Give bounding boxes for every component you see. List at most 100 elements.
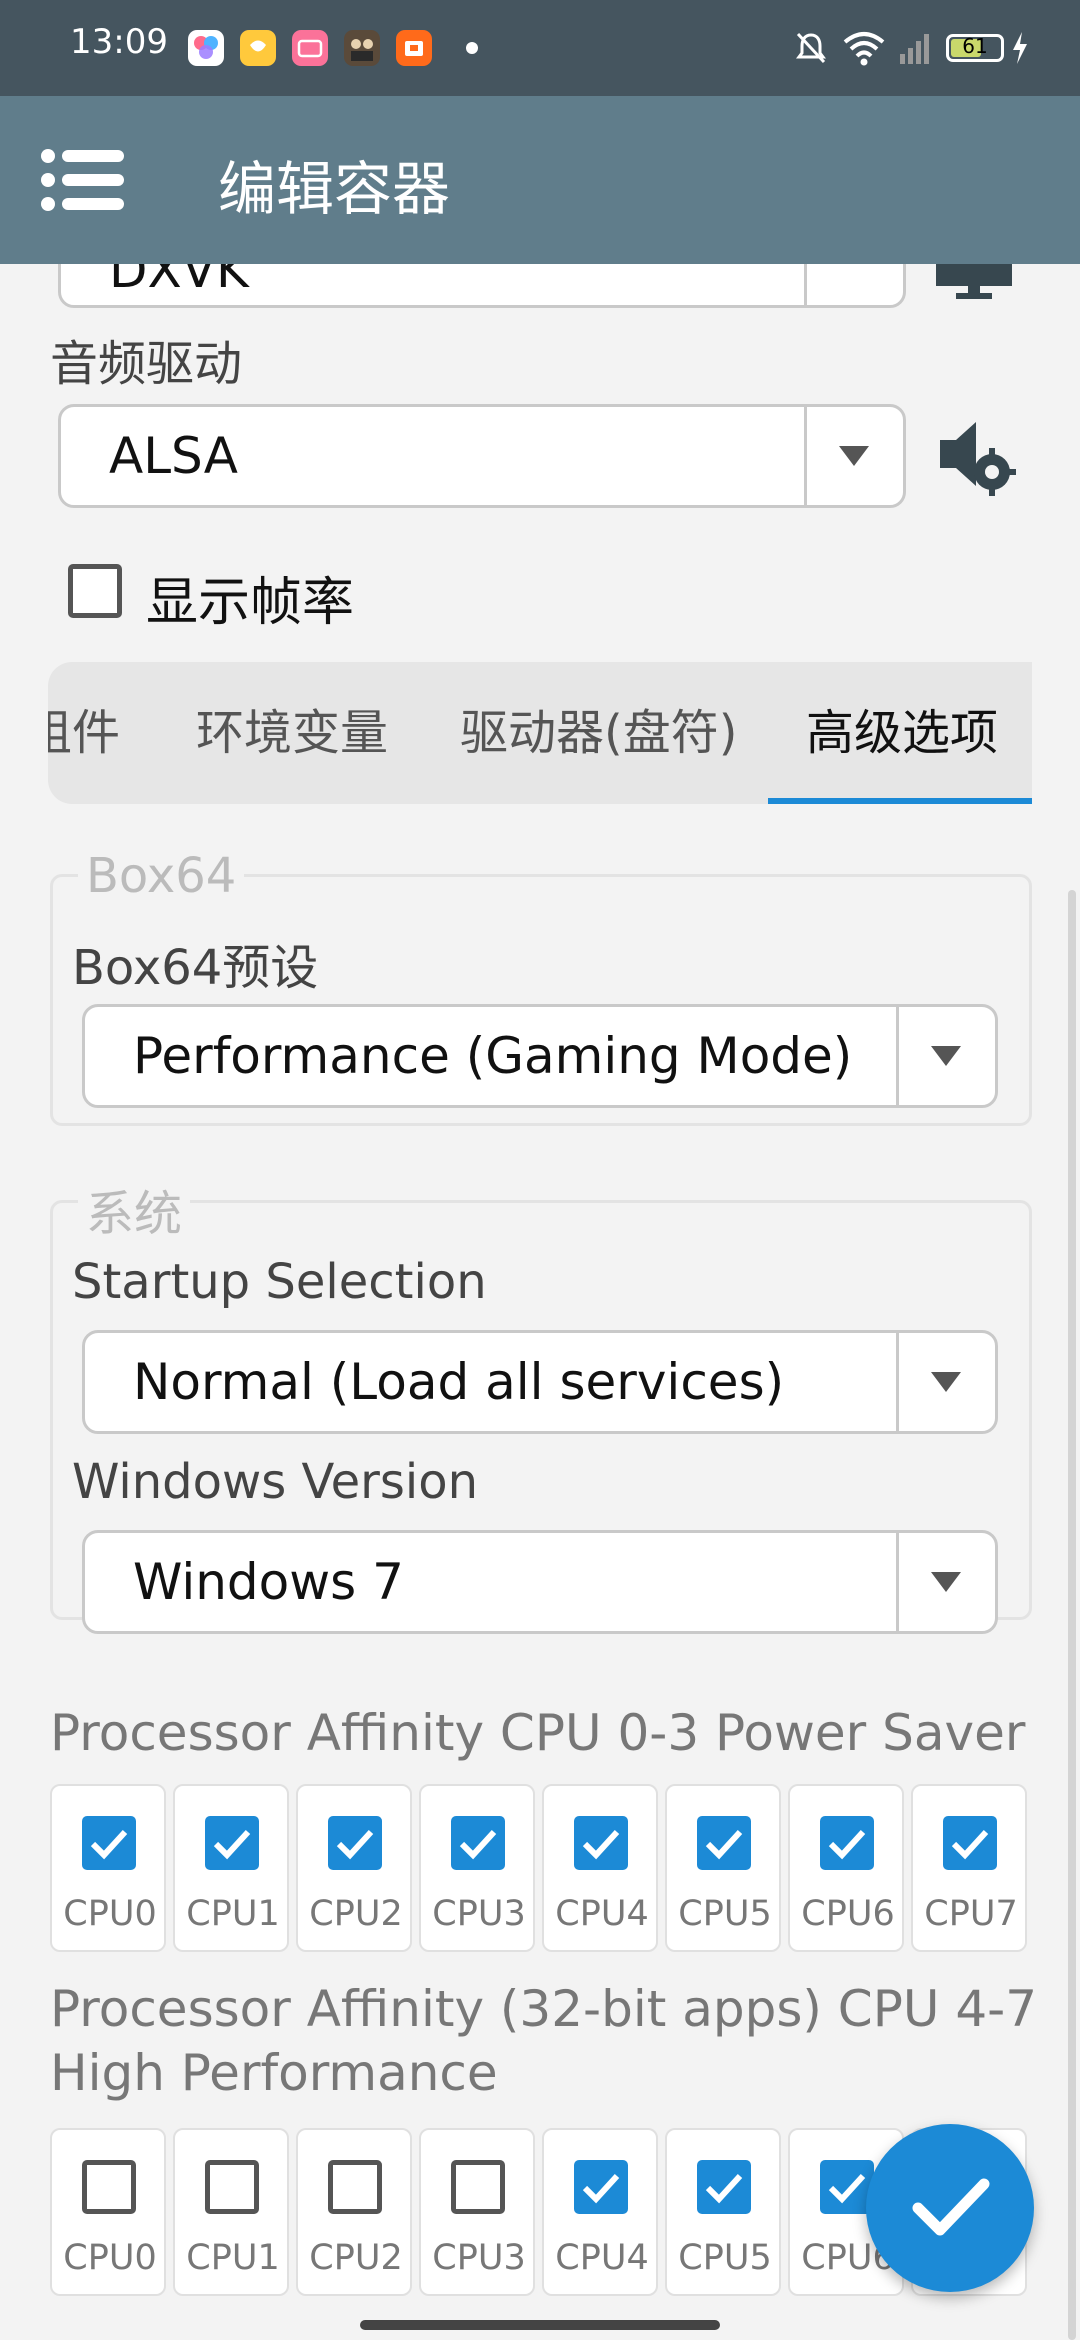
startup-selection-label: Startup Selection (72, 1254, 487, 1310)
cpu-label: CPU3 (432, 1894, 526, 1934)
scroll-content[interactable]: DXVK 音频驱动 ALSA 显示帧率 组件 环境变量 驱动器(盘符) 高级选项… (0, 264, 1080, 2340)
cpu-checkbox[interactable] (697, 1816, 751, 1870)
scrollbar[interactable] (1068, 890, 1076, 2340)
cpu-cell[interactable]: CPU1 (173, 1784, 289, 1952)
cpu-label: CPU0 (63, 1894, 157, 1934)
show-fps-label: 显示帧率 (146, 573, 355, 633)
tab-bar: 组件 环境变量 驱动器(盘符) 高级选项 (48, 662, 1032, 804)
graphics-driver-value: DXVK (109, 264, 249, 299)
cpu-cell[interactable]: CPU0 (50, 1784, 166, 1952)
bank-app-icon (240, 30, 276, 66)
dropdown-divider (896, 1533, 899, 1631)
cpu-cell[interactable]: CPU0 (50, 2128, 166, 2296)
processor-affinity-32-label: Processor Affinity (32-bit apps) CPU 4-7 (50, 1980, 1038, 2038)
cpu-cell[interactable]: CPU3 (419, 1784, 535, 1952)
tab-active-indicator (768, 798, 1032, 804)
cpu-cell[interactable]: CPU2 (296, 2128, 412, 2296)
chevron-down-icon (839, 446, 869, 466)
dropdown-divider (804, 264, 807, 305)
box64-legend: Box64 (78, 848, 245, 904)
check-icon (90, 1829, 128, 1860)
charging-icon (1013, 32, 1027, 64)
windows-version-dropdown[interactable]: Windows 7 (82, 1530, 998, 1634)
check-icon (912, 2178, 990, 2236)
check-icon (459, 1829, 497, 1860)
startup-selection-dropdown[interactable]: Normal (Load all services) (82, 1330, 998, 1434)
dropdown-divider (804, 407, 807, 505)
bell-off-icon (796, 32, 826, 64)
cpu-checkbox[interactable] (451, 1816, 505, 1870)
cpu-cell[interactable]: CPU5 (665, 1784, 781, 1952)
cpu-label: CPU0 (63, 2238, 157, 2278)
check-icon (828, 2173, 866, 2204)
speaker-settings-icon[interactable] (934, 414, 1018, 498)
audio-driver-value: ALSA (109, 427, 238, 485)
audio-driver-dropdown[interactable]: ALSA (58, 404, 906, 508)
windows-version-label: Windows Version (72, 1454, 479, 1510)
check-icon (213, 1829, 251, 1860)
game-app-icon (344, 30, 380, 66)
cpu-checkbox[interactable] (697, 2160, 751, 2214)
box64-preset-value: Performance (Gaming Mode) (133, 1027, 853, 1085)
shop-app-icon (396, 30, 432, 66)
cpu-checkbox[interactable] (943, 1816, 997, 1870)
battery-icon: 61 (946, 34, 1004, 62)
cpu-cell[interactable]: CPU4 (542, 2128, 658, 2296)
box64-preset-dropdown[interactable]: Performance (Gaming Mode) (82, 1004, 998, 1108)
check-icon (582, 2173, 620, 2204)
cpu-checkbox[interactable] (82, 1816, 136, 1870)
monitor-settings-icon[interactable] (934, 264, 1014, 304)
cpu-label: CPU7 (924, 1894, 1018, 1934)
chevron-down-icon (931, 1372, 961, 1392)
cpu-label: CPU6 (801, 1894, 895, 1934)
cpu-checkbox[interactable] (574, 2160, 628, 2214)
cpu-cell[interactable]: CPU7 (911, 1784, 1027, 1952)
signal-icon (900, 34, 929, 64)
cpu-cell[interactable]: CPU6 (788, 1784, 904, 1952)
menu-icon[interactable] (40, 146, 130, 214)
show-fps-checkbox[interactable] (68, 564, 122, 618)
cpu-label: CPU3 (432, 2238, 526, 2278)
processor-affinity-32-label-line2: High Performance (50, 2044, 498, 2102)
cpu-label: CPU1 (186, 2238, 280, 2278)
tab-advanced[interactable]: 高级选项 (806, 662, 998, 804)
processor-affinity-label: Processor Affinity CPU 0-3 Power Saver (50, 1704, 1026, 1762)
bilibili-app-icon (292, 30, 328, 66)
cpu-label: CPU4 (555, 1894, 649, 1934)
app-bar: 编辑容器 (0, 96, 1080, 264)
cpu-checkbox[interactable] (451, 2160, 505, 2214)
cpu-label: CPU2 (309, 2238, 403, 2278)
cpu-checkbox[interactable] (82, 2160, 136, 2214)
tab-env-vars[interactable]: 环境变量 (196, 662, 388, 804)
dropdown-divider (896, 1333, 899, 1431)
cpu-checkbox[interactable] (328, 2160, 382, 2214)
cpu-label: CPU4 (555, 2238, 649, 2278)
cpu-cell[interactable]: CPU4 (542, 1784, 658, 1952)
graphics-driver-dropdown[interactable]: DXVK (58, 264, 906, 308)
cpu-checkbox[interactable] (328, 1816, 382, 1870)
cpu-cell[interactable]: CPU3 (419, 2128, 535, 2296)
page-title: 编辑容器 (218, 155, 451, 223)
cpu-cell[interactable]: CPU1 (173, 2128, 289, 2296)
check-icon (705, 2173, 743, 2204)
tab-drives[interactable]: 驱动器(盘符) (460, 662, 737, 804)
cpu-label: CPU5 (678, 2238, 772, 2278)
cpu-checkbox[interactable] (820, 1816, 874, 1870)
chevron-down-icon (931, 1046, 961, 1066)
box64-preset-label: Box64预设 (72, 940, 319, 996)
tab-components[interactable]: 组件 (48, 662, 120, 804)
startup-selection-value: Normal (Load all services) (133, 1353, 785, 1411)
wifi-icon (843, 32, 885, 66)
status-bar: 13:09 61 (0, 0, 1080, 96)
cpu-checkbox[interactable] (574, 1816, 628, 1870)
cpu-label: CPU1 (186, 1894, 280, 1934)
cpu-checkbox[interactable] (205, 2160, 259, 2214)
cpu-checkbox[interactable] (205, 1816, 259, 1870)
confirm-fab-button[interactable] (866, 2124, 1034, 2292)
system-legend: 系统 (78, 1174, 191, 1244)
home-indicator[interactable] (360, 2320, 720, 2330)
cpu-cell[interactable]: CPU2 (296, 1784, 412, 1952)
chevron-down-icon (931, 1572, 961, 1592)
cpu-cell[interactable]: CPU5 (665, 2128, 781, 2296)
notification-dot-icon (466, 42, 478, 54)
